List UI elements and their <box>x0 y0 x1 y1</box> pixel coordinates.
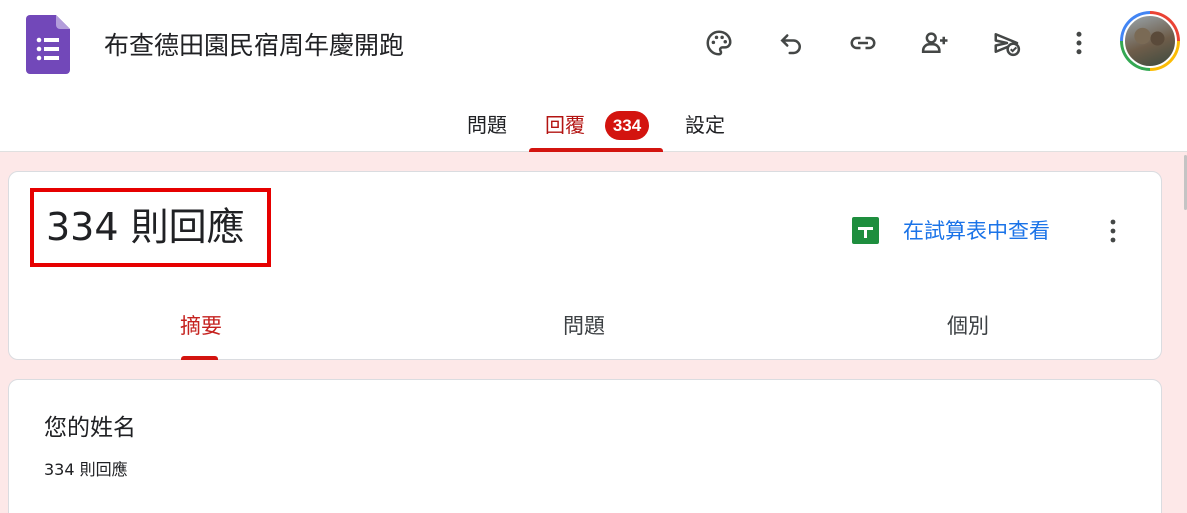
app-header: 布查德田園民宿周年慶開跑 問題 回覆 設定 334 <box>0 0 1187 152</box>
sheets-icon <box>852 216 879 244</box>
tab-settings[interactable]: 設定 <box>685 100 725 152</box>
question-response-count: 334 則回應 <box>44 460 128 479</box>
tab-responses[interactable]: 回覆 <box>545 100 585 152</box>
question-title: 您的姓名 <box>44 415 136 441</box>
undo-icon[interactable] <box>769 21 813 65</box>
more-vert-icon[interactable] <box>1057 21 1101 65</box>
subtab-summary[interactable]: 摘要 <box>180 309 222 343</box>
card-more-icon[interactable] <box>1096 212 1130 250</box>
subtab-indicator <box>181 356 218 360</box>
tab-questions[interactable]: 問題 <box>467 100 507 152</box>
view-in-sheets-link[interactable]: 在試算表中查看 <box>852 212 1050 248</box>
subtab-question[interactable]: 問題 <box>563 309 605 343</box>
response-count-title: 334 則回應 <box>30 188 271 267</box>
question-summary-card <box>8 379 1162 513</box>
account-avatar[interactable] <box>1120 11 1180 71</box>
active-tab-indicator <box>529 148 663 152</box>
document-title[interactable]: 布查德田園民宿周年慶開跑 <box>104 28 416 64</box>
avatar-photo <box>1123 14 1177 68</box>
subtab-individual[interactable]: 個別 <box>947 309 989 343</box>
forms-app-icon[interactable] <box>26 15 70 74</box>
palette-icon[interactable] <box>697 21 741 65</box>
link-icon[interactable] <box>841 21 885 65</box>
send-check-icon[interactable] <box>985 21 1029 65</box>
view-in-sheets-label: 在試算表中查看 <box>903 219 1050 243</box>
add-person-icon[interactable] <box>913 21 957 65</box>
top-tabs: 問題 回覆 設定 <box>0 100 1187 152</box>
responses-count-badge: 334 <box>605 111 649 140</box>
